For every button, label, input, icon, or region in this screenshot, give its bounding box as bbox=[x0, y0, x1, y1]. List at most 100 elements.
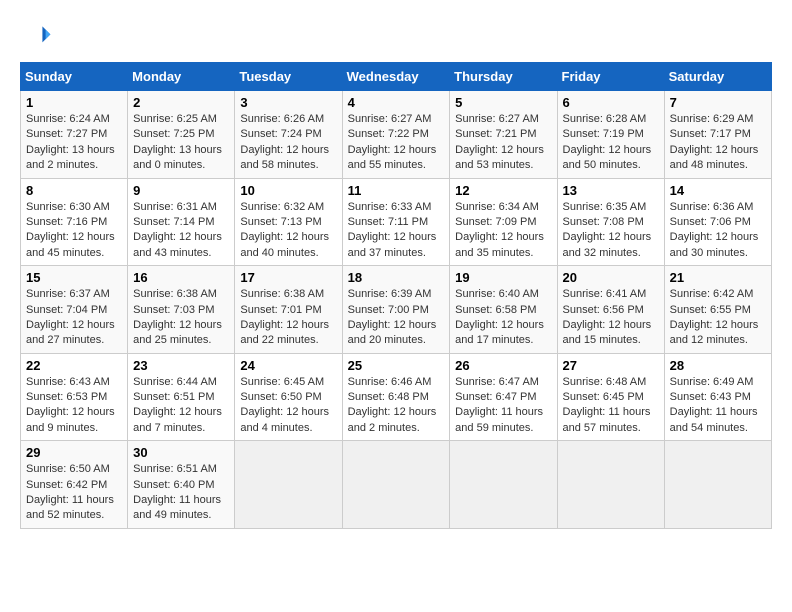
day-info: Sunrise: 6:27 AMSunset: 7:22 PMDaylight:… bbox=[348, 112, 445, 174]
calendar-cell: 20 Sunrise: 6:41 AMSunset: 6:56 PMDayligh… bbox=[557, 266, 664, 354]
calendar-cell: 17Sunrise: 6:38 AMSunset: 7:01 PMDayligh… bbox=[235, 266, 342, 354]
calendar-week-row: 15 Sunrise: 6:37 AMSunset: 7:04 PMDayligh… bbox=[21, 266, 772, 354]
day-number: 20 bbox=[563, 270, 659, 285]
day-info: Sunrise: 6:31 AMSunset: 7:14 PMDaylight:… bbox=[133, 200, 229, 262]
day-number: 1 bbox=[26, 95, 122, 110]
calendar-cell: 10Sunrise: 6:32 AMSunset: 7:13 PMDayligh… bbox=[235, 178, 342, 266]
day-info: Sunrise: 6:39 AMSunset: 7:00 PMDaylight:… bbox=[348, 287, 445, 349]
calendar-cell bbox=[342, 441, 450, 529]
page-header bbox=[20, 20, 772, 52]
day-info: Sunrise: 6:33 AMSunset: 7:11 PMDaylight:… bbox=[348, 200, 445, 262]
calendar-cell bbox=[664, 441, 771, 529]
calendar-cell: 15 Sunrise: 6:37 AMSunset: 7:04 PMDayligh… bbox=[21, 266, 128, 354]
day-info: Sunrise: 6:36 AMSunset: 7:06 PMDaylight:… bbox=[670, 200, 766, 262]
day-number: 26 bbox=[455, 358, 551, 373]
day-info: Sunrise: 6:47 AMSunset: 6:47 PMDaylight:… bbox=[455, 375, 551, 437]
day-number: 21 bbox=[670, 270, 766, 285]
day-number: 4 bbox=[348, 95, 445, 110]
calendar-cell: 6 Sunrise: 6:28 AMSunset: 7:19 PMDaylight… bbox=[557, 91, 664, 179]
calendar-week-row: 22 Sunrise: 6:43 AMSunset: 6:53 PMDayligh… bbox=[21, 353, 772, 441]
day-info: Sunrise: 6:50 AMSunset: 6:42 PMDaylight:… bbox=[26, 462, 122, 524]
day-info: Sunrise: 6:32 AMSunset: 7:13 PMDaylight:… bbox=[240, 200, 336, 262]
calendar-cell: 9 Sunrise: 6:31 AMSunset: 7:14 PMDaylight… bbox=[128, 178, 235, 266]
day-info: Sunrise: 6:35 AMSunset: 7:08 PMDaylight:… bbox=[563, 200, 659, 262]
day-info: Sunrise: 6:51 AMSunset: 6:40 PMDaylight:… bbox=[133, 462, 229, 524]
calendar-week-row: 29 Sunrise: 6:50 AMSunset: 6:42 PMDayligh… bbox=[21, 441, 772, 529]
day-info: Sunrise: 6:25 AMSunset: 7:25 PMDaylight:… bbox=[133, 112, 229, 174]
day-number: 7 bbox=[670, 95, 766, 110]
calendar-cell: 19 Sunrise: 6:40 AMSunset: 6:58 PMDayligh… bbox=[450, 266, 557, 354]
day-number: 24 bbox=[240, 358, 336, 373]
calendar-cell: 28Sunrise: 6:49 AMSunset: 6:43 PMDayligh… bbox=[664, 353, 771, 441]
calendar-cell: 8 Sunrise: 6:30 AMSunset: 7:16 PMDaylight… bbox=[21, 178, 128, 266]
day-info: Sunrise: 6:38 AMSunset: 7:01 PMDaylight:… bbox=[240, 287, 336, 349]
day-number: 22 bbox=[26, 358, 122, 373]
calendar-cell: 14 Sunrise: 6:36 AMSunset: 7:06 PMDayligh… bbox=[664, 178, 771, 266]
day-number: 2 bbox=[133, 95, 229, 110]
calendar-cell: 5 Sunrise: 6:27 AMSunset: 7:21 PMDaylight… bbox=[450, 91, 557, 179]
day-info: Sunrise: 6:37 AMSunset: 7:04 PMDaylight:… bbox=[26, 287, 122, 349]
day-info: Sunrise: 6:34 AMSunset: 7:09 PMDaylight:… bbox=[455, 200, 551, 262]
day-info: Sunrise: 6:43 AMSunset: 6:53 PMDaylight:… bbox=[26, 375, 122, 437]
day-number: 8 bbox=[26, 183, 122, 198]
calendar-cell: 30 Sunrise: 6:51 AMSunset: 6:40 PMDayligh… bbox=[128, 441, 235, 529]
col-header-friday: Friday bbox=[557, 63, 664, 91]
day-info: Sunrise: 6:42 AMSunset: 6:55 PMDaylight:… bbox=[670, 287, 766, 349]
day-info: Sunrise: 6:30 AMSunset: 7:16 PMDaylight:… bbox=[26, 200, 122, 262]
day-info: Sunrise: 6:24 AMSunset: 7:27 PMDaylight:… bbox=[26, 112, 122, 174]
calendar-cell: 23 Sunrise: 6:44 AMSunset: 6:51 PMDayligh… bbox=[128, 353, 235, 441]
calendar-week-row: 1 Sunrise: 6:24 AMSunset: 7:27 PMDaylight… bbox=[21, 91, 772, 179]
col-header-sunday: Sunday bbox=[21, 63, 128, 91]
calendar-cell: 25Sunrise: 6:46 AMSunset: 6:48 PMDayligh… bbox=[342, 353, 450, 441]
day-info: Sunrise: 6:41 AMSunset: 6:56 PMDaylight:… bbox=[563, 287, 659, 349]
calendar-cell: 11 Sunrise: 6:33 AMSunset: 7:11 PMDayligh… bbox=[342, 178, 450, 266]
calendar-cell: 26 Sunrise: 6:47 AMSunset: 6:47 PMDayligh… bbox=[450, 353, 557, 441]
day-info: Sunrise: 6:38 AMSunset: 7:03 PMDaylight:… bbox=[133, 287, 229, 349]
calendar-cell: 12Sunrise: 6:34 AMSunset: 7:09 PMDayligh… bbox=[450, 178, 557, 266]
calendar-cell bbox=[235, 441, 342, 529]
calendar-week-row: 8 Sunrise: 6:30 AMSunset: 7:16 PMDaylight… bbox=[21, 178, 772, 266]
day-number: 5 bbox=[455, 95, 551, 110]
calendar-cell: 13 Sunrise: 6:35 AMSunset: 7:08 PMDayligh… bbox=[557, 178, 664, 266]
day-number: 3 bbox=[240, 95, 336, 110]
day-number: 25 bbox=[348, 358, 445, 373]
col-header-wednesday: Wednesday bbox=[342, 63, 450, 91]
day-number: 6 bbox=[563, 95, 659, 110]
day-number: 30 bbox=[133, 445, 229, 460]
day-info: Sunrise: 6:48 AMSunset: 6:45 PMDaylight:… bbox=[563, 375, 659, 437]
col-header-thursday: Thursday bbox=[450, 63, 557, 91]
col-header-monday: Monday bbox=[128, 63, 235, 91]
day-number: 13 bbox=[563, 183, 659, 198]
col-header-tuesday: Tuesday bbox=[235, 63, 342, 91]
calendar-cell: 3 Sunrise: 6:26 AMSunset: 7:24 PMDaylight… bbox=[235, 91, 342, 179]
day-info: Sunrise: 6:40 AMSunset: 6:58 PMDaylight:… bbox=[455, 287, 551, 349]
calendar-cell: 22 Sunrise: 6:43 AMSunset: 6:53 PMDayligh… bbox=[21, 353, 128, 441]
day-number: 11 bbox=[348, 183, 445, 198]
calendar-cell: 18 Sunrise: 6:39 AMSunset: 7:00 PMDayligh… bbox=[342, 266, 450, 354]
day-number: 15 bbox=[26, 270, 122, 285]
calendar-cell bbox=[557, 441, 664, 529]
day-number: 9 bbox=[133, 183, 229, 198]
day-number: 18 bbox=[348, 270, 445, 285]
calendar-cell: 24 Sunrise: 6:45 AMSunset: 6:50 PMDayligh… bbox=[235, 353, 342, 441]
calendar-cell: 2 Sunrise: 6:25 AMSunset: 7:25 PMDaylight… bbox=[128, 91, 235, 179]
calendar-cell: 7Sunrise: 6:29 AMSunset: 7:17 PMDaylight… bbox=[664, 91, 771, 179]
calendar-cell: 4 Sunrise: 6:27 AMSunset: 7:22 PMDaylight… bbox=[342, 91, 450, 179]
day-number: 23 bbox=[133, 358, 229, 373]
day-info: Sunrise: 6:49 AMSunset: 6:43 PMDaylight:… bbox=[670, 375, 766, 437]
day-info: Sunrise: 6:26 AMSunset: 7:24 PMDaylight:… bbox=[240, 112, 336, 174]
logo-icon bbox=[20, 20, 52, 52]
day-number: 14 bbox=[670, 183, 766, 198]
day-number: 19 bbox=[455, 270, 551, 285]
day-info: Sunrise: 6:45 AMSunset: 6:50 PMDaylight:… bbox=[240, 375, 336, 437]
day-info: Sunrise: 6:44 AMSunset: 6:51 PMDaylight:… bbox=[133, 375, 229, 437]
calendar-cell: 29 Sunrise: 6:50 AMSunset: 6:42 PMDayligh… bbox=[21, 441, 128, 529]
logo bbox=[20, 20, 56, 52]
calendar-cell: 16 Sunrise: 6:38 AMSunset: 7:03 PMDayligh… bbox=[128, 266, 235, 354]
day-number: 29 bbox=[26, 445, 122, 460]
calendar-cell bbox=[450, 441, 557, 529]
calendar-table: SundayMondayTuesdayWednesdayThursdayFrid… bbox=[20, 62, 772, 529]
day-number: 16 bbox=[133, 270, 229, 285]
day-info: Sunrise: 6:28 AMSunset: 7:19 PMDaylight:… bbox=[563, 112, 659, 174]
day-info: Sunrise: 6:27 AMSunset: 7:21 PMDaylight:… bbox=[455, 112, 551, 174]
